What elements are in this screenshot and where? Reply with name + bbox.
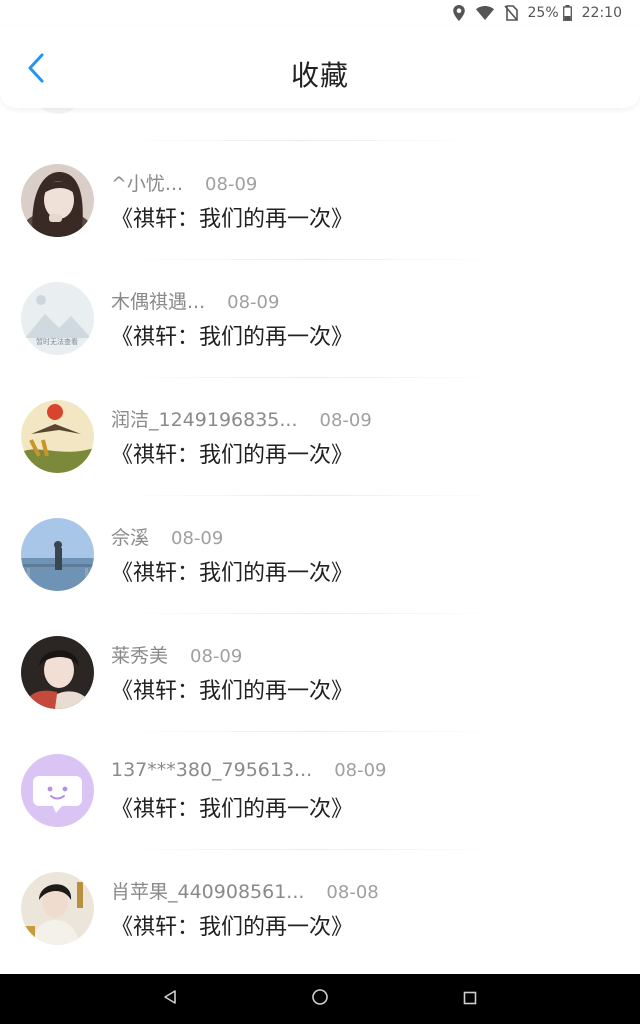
list-item[interactable]: 暂时无法查看 木偶祺遇... 08-09 《祺轩：我们的再一次》 <box>0 259 640 377</box>
list-item[interactable]: 137***380_795613... 08-09 《祺轩：我们的再一次》 <box>0 731 640 849</box>
nav-recents-button[interactable] <box>395 974 545 1024</box>
item-meta: 润洁_1249196835... 08-09 <box>111 405 372 432</box>
list-item[interactable]: 润洁_1249196835... 08-09 《祺轩：我们的再一次》 <box>0 377 640 495</box>
item-title: 《祺轩：我们的再一次》 <box>111 443 354 468</box>
avatar <box>32 108 84 114</box>
author-name: ^小忧... <box>111 173 184 195</box>
circle-home-icon <box>311 988 329 1010</box>
avatar <box>21 164 94 237</box>
avatar-placeholder-text: 暂时无法查看 <box>36 337 78 346</box>
item-title: 《祺轩：我们的再一次》 <box>111 325 354 350</box>
page-title: 收藏 <box>290 59 349 92</box>
location-icon <box>452 5 466 21</box>
author-name: 木偶祺遇... <box>111 291 206 313</box>
item-date: 08-09 <box>205 174 258 195</box>
list-item[interactable]: 佘溪 08-09 《祺轩：我们的再一次》 <box>0 495 640 613</box>
item-date: 08-08 <box>326 882 379 903</box>
item-title: 《祺轩：我们的再一次》 <box>111 679 354 704</box>
item-meta: 莱秀美 08-09 <box>111 641 242 668</box>
header: 收藏 <box>0 26 640 108</box>
avatar <box>21 636 94 709</box>
wifi-icon <box>475 6 494 20</box>
item-title: 《祺轩：我们的再一次》 <box>111 797 354 822</box>
item-meta: 137***380_795613... 08-09 <box>111 759 387 781</box>
nav-back-button[interactable] <box>95 974 245 1024</box>
avatar <box>21 872 94 945</box>
author-name: 佘溪 <box>111 527 150 549</box>
clock: 22:10 <box>581 5 622 21</box>
favorites-list[interactable]: ^小忧... 08-09 《祺轩：我们的再一次》 暂时无法查看 木偶祺遇... 08… <box>0 108 640 974</box>
author-name: 137***380_795613... <box>111 759 313 781</box>
square-recents-icon <box>463 990 477 1009</box>
item-date: 08-09 <box>171 528 224 549</box>
item-date: 08-09 <box>334 760 387 781</box>
item-date: 08-09 <box>190 646 243 667</box>
author-name: 肖苹果_440908561... <box>111 881 305 903</box>
avatar: 暂时无法查看 <box>21 282 94 355</box>
item-title: 《祺轩：我们的再一次》 <box>111 561 354 586</box>
battery-icon <box>562 5 572 21</box>
triangle-back-icon <box>162 989 178 1009</box>
list-item[interactable]: 肖苹果_440908561... 08-08 《祺轩：我们的再一次》 <box>0 849 640 967</box>
item-date: 08-09 <box>227 292 280 313</box>
navigation-bar <box>0 974 640 1024</box>
avatar <box>21 754 94 827</box>
author-name: 莱秀美 <box>111 645 169 667</box>
battery-percent: 25% <box>527 5 559 21</box>
list-item[interactable]: 莱秀美 08-09 《祺轩：我们的再一次》 <box>0 613 640 731</box>
list-item[interactable]: ^小忧... 08-09 《祺轩：我们的再一次》 <box>0 141 640 259</box>
item-date: 08-09 <box>319 410 372 431</box>
item-title: 《祺轩：我们的再一次》 <box>111 915 354 940</box>
avatar <box>21 400 94 473</box>
item-meta: 木偶祺遇... 08-09 <box>111 287 279 314</box>
item-meta: 肖苹果_440908561... 08-08 <box>111 877 379 904</box>
author-name: 润洁_1249196835... <box>111 409 298 431</box>
avatar <box>21 518 94 591</box>
no-sim-icon <box>503 5 518 21</box>
item-meta: ^小忧... 08-09 <box>111 169 257 196</box>
item-meta: 佘溪 08-09 <box>111 523 223 550</box>
nav-home-button[interactable] <box>245 974 395 1024</box>
item-title: 《祺轩：我们的再一次》 <box>111 207 354 232</box>
status-bar: 25% 22:10 <box>0 0 640 26</box>
